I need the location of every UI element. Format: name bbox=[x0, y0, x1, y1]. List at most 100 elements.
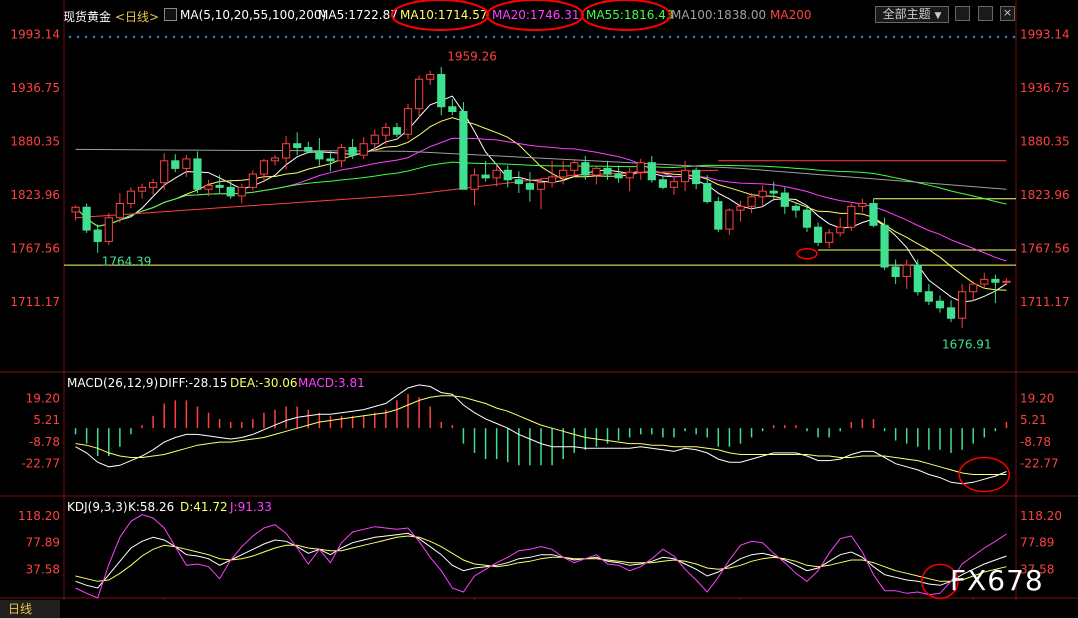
y-tick-right: 1993.14 bbox=[1020, 28, 1070, 42]
dotted-marker bbox=[772, 35, 776, 39]
dotted-marker bbox=[860, 35, 864, 39]
candle-body bbox=[958, 291, 967, 319]
dotted-marker bbox=[92, 35, 96, 39]
dotted-marker bbox=[940, 35, 944, 39]
candle-body bbox=[115, 202, 124, 219]
kdj-tick-right: 118.20 bbox=[1020, 509, 1062, 523]
high-label: 1959.26 bbox=[447, 50, 497, 64]
candle-body bbox=[403, 108, 413, 135]
dotted-marker bbox=[740, 35, 744, 39]
dotted-marker bbox=[596, 35, 600, 39]
dotted-marker bbox=[260, 35, 264, 39]
candle-body bbox=[991, 278, 1000, 283]
macd-tick-left: -22.77 bbox=[21, 456, 60, 470]
period-tab[interactable]: 日线 bbox=[0, 600, 60, 618]
y-tick-left: 1711.17 bbox=[10, 295, 60, 309]
macd-tick-left: 5.21 bbox=[33, 413, 60, 427]
dotted-marker bbox=[540, 35, 544, 39]
candle-body bbox=[847, 205, 856, 228]
dotted-marker bbox=[292, 35, 296, 39]
dotted-marker bbox=[580, 35, 584, 39]
dotted-marker bbox=[684, 35, 688, 39]
watermark: FX678 bbox=[950, 564, 1044, 597]
candle-body bbox=[437, 73, 446, 108]
dotted-marker bbox=[132, 35, 136, 39]
dotted-marker bbox=[908, 35, 912, 39]
dotted-marker bbox=[556, 35, 560, 39]
candle-body bbox=[82, 206, 91, 231]
dotted-marker bbox=[404, 35, 408, 39]
candle-body bbox=[392, 127, 402, 135]
candle-body bbox=[381, 127, 390, 136]
candle-body bbox=[692, 169, 701, 185]
dotted-marker bbox=[788, 35, 792, 39]
dotted-marker bbox=[100, 35, 104, 39]
candle-body bbox=[193, 158, 202, 190]
dotted-marker bbox=[1012, 35, 1016, 39]
candle-body bbox=[171, 160, 180, 169]
dotted-marker bbox=[388, 35, 392, 39]
candle-body bbox=[525, 183, 535, 190]
candle-body bbox=[293, 143, 302, 149]
dotted-marker bbox=[156, 35, 160, 39]
dotted-marker bbox=[532, 35, 536, 39]
candle-body bbox=[448, 106, 457, 112]
candle-body bbox=[680, 169, 690, 183]
y-tick-left: 1880.35 bbox=[10, 134, 60, 148]
low-label-2: 1676.91 bbox=[942, 337, 992, 351]
candle-body bbox=[414, 78, 424, 110]
candle-body bbox=[581, 162, 590, 176]
dotted-marker bbox=[228, 35, 232, 39]
dotted-marker bbox=[364, 35, 368, 39]
candle-body bbox=[880, 224, 889, 268]
dotted-marker bbox=[644, 35, 648, 39]
candle-body bbox=[481, 174, 490, 179]
candle-body bbox=[149, 182, 158, 188]
candle-body bbox=[337, 147, 346, 162]
dotted-marker bbox=[468, 35, 472, 39]
dotted-marker bbox=[436, 35, 440, 39]
dotted-marker bbox=[548, 35, 552, 39]
dotted-marker bbox=[84, 35, 88, 39]
y-tick-right: 1880.35 bbox=[1020, 134, 1070, 148]
candle-body bbox=[825, 232, 834, 243]
dotted-marker bbox=[876, 35, 880, 39]
y-tick-left: 1993.14 bbox=[10, 28, 60, 42]
chart-canvas[interactable]: 1993.14 1993.14 1936.75 1936.75 1880.35 1880.… bbox=[0, 0, 1078, 600]
candle-body bbox=[492, 169, 501, 179]
dotted-marker bbox=[348, 35, 352, 39]
candle-body bbox=[93, 229, 102, 242]
candle-body bbox=[791, 205, 800, 211]
dotted-marker bbox=[220, 35, 224, 39]
dotted-marker bbox=[116, 35, 120, 39]
candle-body bbox=[802, 209, 812, 228]
candle-body bbox=[858, 202, 867, 207]
y-tick-left: 1823.96 bbox=[10, 188, 60, 202]
candle-body bbox=[614, 173, 623, 179]
candle-body bbox=[946, 307, 956, 319]
candle-body bbox=[902, 264, 911, 278]
candle-body bbox=[71, 206, 80, 213]
dotted-marker bbox=[916, 35, 920, 39]
dotted-marker bbox=[420, 35, 424, 39]
candle-body bbox=[137, 186, 147, 192]
dotted-marker bbox=[660, 35, 664, 39]
dotted-marker bbox=[716, 35, 720, 39]
dotted-marker bbox=[268, 35, 272, 39]
candle-body bbox=[836, 226, 845, 234]
candle-body bbox=[204, 184, 213, 190]
candle-body bbox=[636, 162, 645, 173]
dotted-marker bbox=[708, 35, 712, 39]
candle-body bbox=[270, 157, 280, 162]
kdj-tick-right: 77.89 bbox=[1020, 536, 1054, 550]
dotted-marker bbox=[828, 35, 832, 39]
candle-body bbox=[747, 196, 756, 207]
dotted-marker bbox=[68, 35, 72, 39]
dotted-marker bbox=[108, 35, 112, 39]
dotted-marker bbox=[892, 35, 896, 39]
macd-tick-right: -8.78 bbox=[1020, 435, 1051, 449]
ma55-highlight-circle bbox=[581, 0, 671, 31]
dotted-marker bbox=[172, 35, 176, 39]
dotted-marker bbox=[572, 35, 576, 39]
candle-body bbox=[559, 169, 568, 178]
